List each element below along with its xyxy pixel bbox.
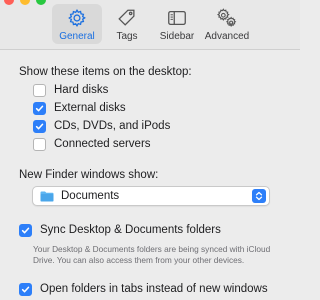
checkbox-label: CDs, DVDs, and iPods [54, 120, 171, 132]
checkbox-open-in-tabs[interactable]: Open folders in tabs instead of new wind… [19, 281, 268, 297]
checkbox-box[interactable] [19, 282, 32, 296]
checkbox-label: Sync Desktop & Documents folders [40, 224, 221, 236]
checkbox-box[interactable] [33, 137, 46, 151]
popup-chevron-icon [252, 189, 266, 203]
desktop-items-heading: Show these items on the desktop: [19, 66, 192, 78]
checkbox-label: Hard disks [54, 84, 109, 96]
preference-tabs: General Tags Sidebar Advanced [52, 4, 252, 44]
tab-tags-label: Tags [116, 31, 138, 42]
checkbox-connected-servers[interactable]: Connected servers [33, 136, 151, 152]
popup-value: Documents [61, 190, 120, 202]
gear-icon [68, 8, 86, 28]
window-controls [4, 0, 46, 5]
checkmark-icon [35, 123, 44, 129]
checkbox-label: Connected servers [54, 138, 151, 150]
tab-advanced-label: Advanced [204, 31, 250, 42]
checkmark-icon [21, 286, 30, 292]
sidebar-icon [168, 10, 186, 26]
checkbox-label: External disks [54, 102, 126, 114]
toolbar: General Tags Sidebar Advanced [0, 0, 300, 50]
new-window-popup[interactable]: Documents [32, 186, 270, 206]
tag-icon [118, 9, 135, 26]
checkbox-box[interactable] [33, 83, 46, 97]
zoom-button[interactable] [36, 0, 46, 5]
sync-note: Your Desktop & Documents folders are bei… [33, 244, 271, 266]
tab-advanced[interactable]: Advanced [202, 4, 252, 44]
checkmark-icon [21, 227, 30, 233]
checkbox-cds-dvds-ipods[interactable]: CDs, DVDs, and iPods [33, 118, 170, 134]
checkbox-external-disks[interactable]: External disks [33, 100, 126, 116]
close-button[interactable] [4, 0, 14, 5]
checkbox-box[interactable] [33, 101, 46, 115]
tab-tags[interactable]: Tags [102, 4, 152, 44]
checkbox-box[interactable] [19, 223, 32, 237]
checkbox-sync-folders[interactable]: Sync Desktop & Documents folders [19, 222, 221, 238]
checkmark-icon [35, 105, 44, 111]
tab-general[interactable]: General [52, 4, 102, 44]
gears-icon [217, 8, 237, 27]
checkbox-label: Open folders in tabs instead of new wind… [40, 283, 268, 295]
folder-icon [40, 191, 54, 201]
new-window-heading: New Finder windows show: [19, 169, 159, 181]
checkbox-box[interactable] [33, 119, 46, 133]
checkbox-hard-disks[interactable]: Hard disks [33, 82, 108, 98]
tab-general-label: General [59, 31, 95, 42]
tab-sidebar-label: Sidebar [159, 31, 195, 42]
tab-sidebar[interactable]: Sidebar [152, 4, 202, 44]
minimize-button[interactable] [20, 0, 30, 5]
